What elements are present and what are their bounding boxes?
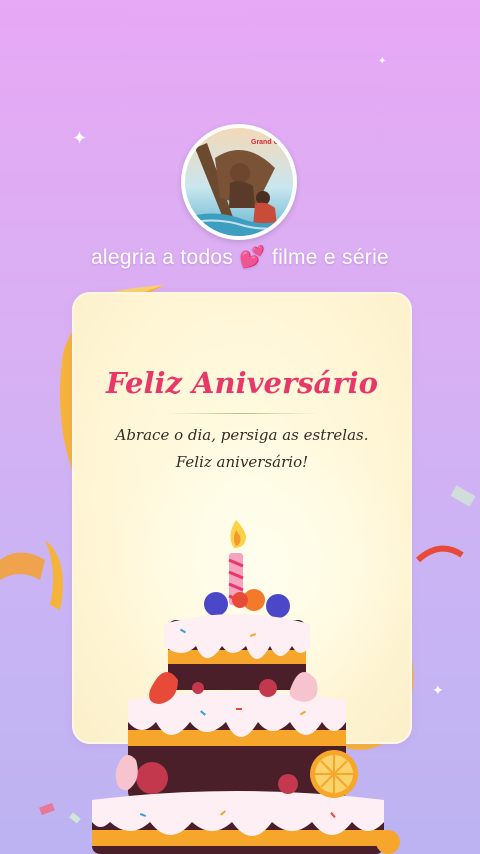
avatar-image: Grand Gir	[185, 128, 293, 236]
sparkle-icon: ✦	[378, 56, 387, 67]
birthday-cake-illustration	[92, 520, 400, 854]
avatar-caption: Grand Gir	[251, 139, 284, 146]
profile-avatar[interactable]: Grand Gir	[181, 124, 297, 240]
sparkle-icon: ✦	[72, 128, 88, 149]
title-divider	[166, 413, 318, 414]
page-name[interactable]: alegria a todos 💕 filme e série	[0, 246, 480, 270]
card-message: Abrace o dia, persiga as estrelas. Feliz…	[115, 426, 369, 471]
card-title: Feliz Aniversário	[106, 366, 378, 400]
